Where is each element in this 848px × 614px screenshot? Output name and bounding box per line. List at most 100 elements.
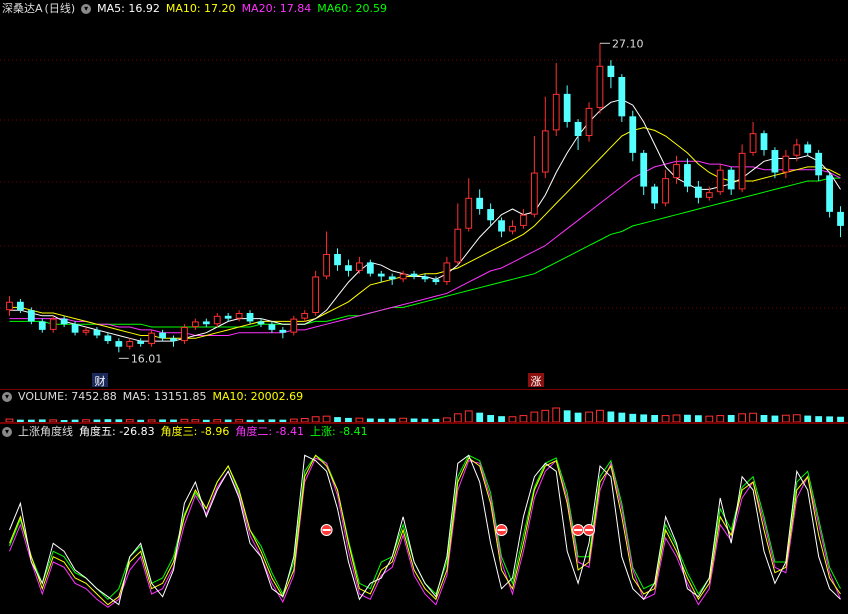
volume-bar (738, 413, 747, 423)
event-badge-zhang-text: 涨 (531, 375, 542, 388)
volume-bar (82, 419, 90, 423)
candle-body-up (552, 93, 560, 131)
volume-bar (246, 419, 254, 422)
volume-bar (815, 416, 823, 422)
event-badge-cai-text: 财 (95, 374, 106, 388)
candle-body-down (727, 169, 735, 190)
low-price-label: 16.01 (131, 352, 163, 365)
ma5-line (9, 98, 841, 342)
candle-body-down (421, 276, 429, 280)
volume-bar (410, 418, 418, 422)
candle-body-down (487, 209, 495, 221)
candle-body-up (454, 228, 462, 263)
volume-bar (453, 413, 462, 423)
candle-body-up (585, 107, 593, 136)
candle-body-up (355, 262, 363, 271)
candle-body-down (257, 321, 265, 325)
candle-body-up (191, 321, 199, 328)
volume-bar (716, 415, 725, 423)
volume-bar (498, 416, 505, 422)
indicator-header: ▾ 上涨角度线 角度五: -26.83 角度三: -8.96 角度二: -8.4… (2, 424, 368, 440)
volume-bar (607, 411, 615, 422)
candle-body-up (541, 130, 549, 173)
volume-bar (125, 419, 134, 423)
candle-body-down (137, 341, 145, 344)
candle-body-up (705, 192, 713, 198)
candle-body-up (662, 178, 669, 204)
candle-body-down (563, 93, 571, 122)
candle-body-down (651, 186, 659, 204)
volume-bar (837, 416, 844, 422)
candle-body-down (202, 321, 210, 325)
candle-body-up (509, 225, 516, 232)
volume-title: VOLUME: 7452.88 (18, 390, 117, 403)
price-panel[interactable]: 27.10 16.01 财 涨 (0, 0, 848, 390)
volume-bar (38, 419, 46, 422)
volume-bar (322, 415, 331, 423)
candle-body-up (530, 172, 538, 215)
volume-bar (640, 414, 648, 422)
candle-body-down (826, 175, 833, 212)
candle-body-down (366, 262, 374, 274)
volume-bar (289, 418, 298, 423)
candle-body-down (159, 332, 166, 339)
candle-body-down (684, 164, 691, 187)
candle-body-down (607, 65, 615, 77)
volume-bar (147, 419, 156, 423)
rise-label: 上涨: -8.41 (310, 425, 368, 438)
indicator-panel[interactable] (0, 440, 848, 614)
candle-body-up (126, 341, 134, 347)
candle-body-down (115, 341, 123, 347)
candle-body-down (268, 324, 276, 330)
signal-marker-stripe (497, 529, 506, 531)
candle-body-up (82, 329, 90, 333)
volume-bar (442, 417, 451, 423)
volume-bar (27, 419, 35, 422)
candle-body-up (738, 152, 746, 190)
candle-body-down (224, 315, 232, 319)
candle-body-down (388, 276, 396, 280)
price-chart[interactable]: 27.10 16.01 财 涨 (0, 0, 848, 390)
volume-bar (93, 419, 101, 422)
candle-body-down (60, 318, 68, 325)
volume-bar (519, 415, 528, 423)
candle-body-up (716, 169, 724, 193)
volume-bar (202, 419, 210, 422)
candle-body-down (837, 211, 844, 226)
signal-marker-stripe (322, 529, 331, 531)
volume-bar (279, 419, 287, 422)
candle-body-up (213, 315, 221, 325)
candle-body-down (694, 186, 702, 198)
volume-bar (629, 413, 637, 422)
high-price-label: 27.10 (612, 37, 644, 50)
candle-body-down (815, 152, 823, 176)
volume-bar (684, 414, 691, 422)
volume-bar (585, 411, 593, 423)
volume-bar (366, 418, 374, 422)
chevron-down-icon[interactable]: ▾ (2, 427, 12, 437)
chevron-down-icon[interactable]: ▾ (2, 392, 12, 402)
candle-body-down (640, 152, 648, 187)
volume-bar (334, 417, 341, 422)
signal-marker-stripe (574, 529, 583, 531)
candle-body-down (804, 144, 812, 153)
volume-bar (235, 419, 243, 423)
volume-panel[interactable] (0, 405, 848, 423)
candle-body-down (246, 313, 254, 322)
volume-bar (661, 415, 670, 423)
volume-bar (115, 419, 123, 422)
candle-body-down (345, 265, 352, 271)
candle-body-up (290, 318, 298, 333)
volume-bar (224, 419, 232, 422)
candle-body-up (6, 301, 13, 311)
volume-bar (388, 418, 396, 422)
candle-body-up (520, 214, 527, 226)
volume-bar (213, 419, 222, 423)
angle2-label: 角度二: -8.41 (235, 425, 305, 438)
candle-body-up (793, 144, 801, 156)
candle-body-down (574, 121, 582, 136)
volume-bar (60, 420, 68, 422)
volume-chart[interactable] (0, 405, 848, 423)
volume-bar (345, 417, 352, 422)
indicator-chart[interactable] (0, 440, 848, 614)
